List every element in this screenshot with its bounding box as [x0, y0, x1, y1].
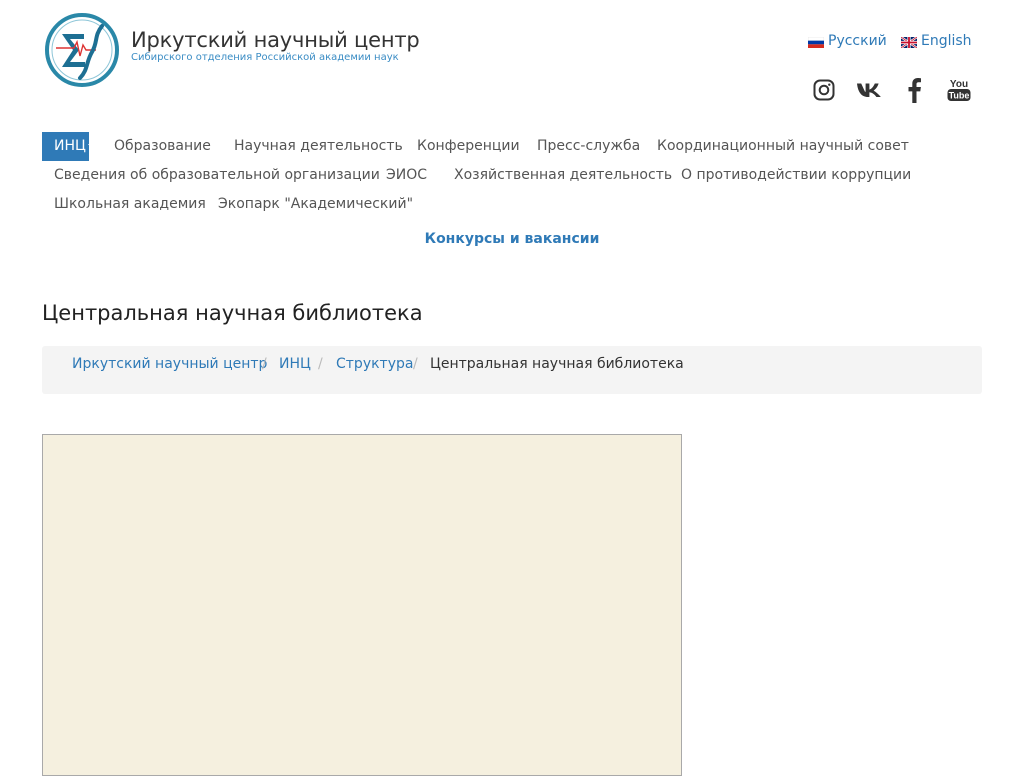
language-english-link[interactable]: English [900, 33, 972, 49]
breadcrumb-link-inc[interactable]: ИНЦ [279, 356, 311, 372]
youtube-icon: You Tube [947, 79, 971, 101]
nav-item-label: ИНЦ [54, 138, 86, 154]
vacancies-link[interactable]: Конкурсы и вакансии [0, 231, 1024, 247]
nav-item-conferences[interactable]: Конференции [417, 132, 520, 161]
youtube-link[interactable]: You Tube [946, 76, 972, 104]
breadcrumb-link-home[interactable]: Иркутский научный центр [72, 356, 267, 372]
instagram-link[interactable] [811, 76, 837, 104]
site-subtitle[interactable]: Сибирского отделения Российской академии… [131, 52, 399, 63]
sigma-logo-icon [45, 13, 119, 87]
nav-item-educational-info[interactable]: Сведения об образовательной организации [54, 161, 380, 190]
page-title: Центральная научная библиотека [42, 301, 423, 325]
vk-icon [857, 83, 881, 97]
nav-item-inc[interactable]: ИНЦ [42, 132, 96, 161]
breadcrumb: Иркутский научный центр / ИНЦ / Структур… [42, 346, 982, 394]
nav-item-school-academy[interactable]: Школьная академия [54, 190, 206, 219]
nav-item-economic-activity[interactable]: Хозяйственная деятельность [454, 161, 672, 190]
youtube-icon-text-bottom: Tube [949, 91, 970, 101]
map-frame[interactable] [42, 434, 682, 776]
language-label: Русский [828, 33, 887, 49]
language-label: English [921, 33, 972, 49]
nav-item-research[interactable]: Научная деятельность [234, 132, 403, 161]
nav-item-coordination-council[interactable]: Координационный научный совет [657, 132, 909, 161]
nav-item-press[interactable]: Пресс-служба [537, 132, 640, 161]
caret-down-icon [87, 143, 96, 149]
nav-item-anti-corruption[interactable]: О противодействии коррупции [681, 161, 911, 190]
site-title[interactable]: Иркутский научный центр [131, 28, 420, 52]
breadcrumb-separator: / [262, 356, 267, 372]
breadcrumb-current: Центральная научная библиотека [430, 356, 684, 372]
breadcrumb-separator: / [413, 356, 418, 372]
language-russian-link[interactable]: Русский [807, 33, 887, 49]
instagram-icon [813, 79, 835, 101]
breadcrumb-link-structure[interactable]: Структура [336, 356, 413, 372]
nav-item-ecopark[interactable]: Экопарк "Академический" [218, 190, 413, 219]
nav-item-education[interactable]: Образование [114, 132, 211, 161]
nav-item-eios[interactable]: ЭИОС [386, 161, 427, 190]
youtube-icon-text-top: You [950, 79, 968, 90]
facebook-link[interactable] [901, 76, 927, 104]
ru-flag-icon [807, 36, 825, 48]
site-logo[interactable] [44, 12, 120, 88]
breadcrumb-separator: / [318, 356, 323, 372]
uk-flag-icon [900, 35, 918, 49]
facebook-icon [908, 78, 921, 103]
vk-link[interactable] [856, 76, 882, 104]
